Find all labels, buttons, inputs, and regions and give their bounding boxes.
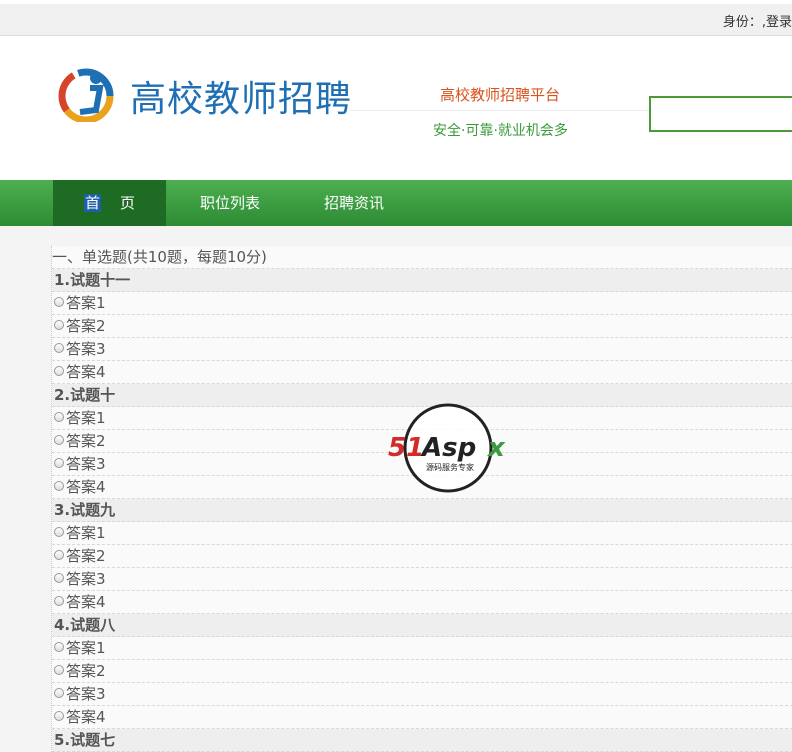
search-input[interactable] (649, 96, 792, 132)
nav-recruit-news[interactable]: 招聘资讯 (300, 180, 408, 226)
answer-option[interactable]: 答案2 (52, 660, 792, 683)
answer-option[interactable]: 答案3 (52, 338, 792, 361)
question-title: 5.试题七 (52, 729, 792, 752)
answer-option[interactable]: 答案4 (52, 591, 792, 614)
answer-option[interactable]: 答案2 (52, 545, 792, 568)
site-header: 高校教师招聘 高校教师招聘平台 安全·可靠·就业机会多 (0, 36, 792, 180)
radio-button[interactable] (54, 665, 64, 675)
answer-option[interactable]: 答案4 (52, 706, 792, 729)
svg-text:51: 51 (388, 433, 424, 463)
answer-option[interactable]: 答案3 (52, 683, 792, 706)
radio-button[interactable] (54, 435, 64, 445)
watermark-logo-icon: 51 Asp x 源码服务专家 (388, 403, 506, 493)
svg-text:源码服务专家: 源码服务专家 (426, 462, 474, 472)
section-title: 一、单选题(共10题，每题10分) (52, 246, 792, 269)
radio-button[interactable] (54, 412, 64, 422)
radio-button[interactable] (54, 642, 64, 652)
site-logo-icon[interactable] (56, 68, 120, 122)
question-title: 4.试题八 (52, 614, 792, 637)
slogan-primary: 高校教师招聘平台 (440, 86, 561, 104)
site-title: 高校教师招聘 (130, 79, 353, 120)
radio-button[interactable] (54, 550, 64, 560)
question-title: 1.试题十一 (52, 269, 792, 292)
question-title: 3.试题九 (52, 499, 792, 522)
radio-button[interactable] (54, 343, 64, 353)
identity-login-link[interactable]: 身份：,登录 (723, 11, 792, 30)
main-nav: 首 页 职位列表 招聘资讯 (0, 180, 792, 226)
radio-button[interactable] (54, 297, 64, 307)
radio-button[interactable] (54, 711, 64, 721)
radio-button[interactable] (54, 481, 64, 491)
radio-button[interactable] (54, 596, 64, 606)
svg-text:Asp: Asp (420, 433, 476, 463)
answer-option[interactable]: 答案4 (52, 361, 792, 384)
answer-option[interactable]: 答案1 (52, 522, 792, 545)
radio-button[interactable] (54, 366, 64, 376)
answer-option[interactable]: 答案2 (52, 315, 792, 338)
radio-button[interactable] (54, 320, 64, 330)
radio-button[interactable] (54, 573, 64, 583)
nav-job-list[interactable]: 职位列表 (176, 180, 284, 226)
radio-button[interactable] (54, 688, 64, 698)
radio-button[interactable] (54, 458, 64, 468)
radio-button[interactable] (54, 527, 64, 537)
divider (350, 110, 650, 111)
quiz-list: 一、单选题(共10题，每题10分) 1.试题十一 答案1 答案2 答案3 答案4… (51, 246, 792, 752)
answer-option[interactable]: 答案3 (52, 568, 792, 591)
slogan-secondary: 安全·可靠·就业机会多 (433, 123, 568, 139)
top-bar: 身份：,登录 (0, 0, 792, 36)
answer-option[interactable]: 答案1 (52, 292, 792, 315)
svg-text:x: x (486, 433, 506, 463)
answer-option[interactable]: 答案1 (52, 637, 792, 660)
nav-home[interactable]: 首 页 (53, 180, 166, 226)
